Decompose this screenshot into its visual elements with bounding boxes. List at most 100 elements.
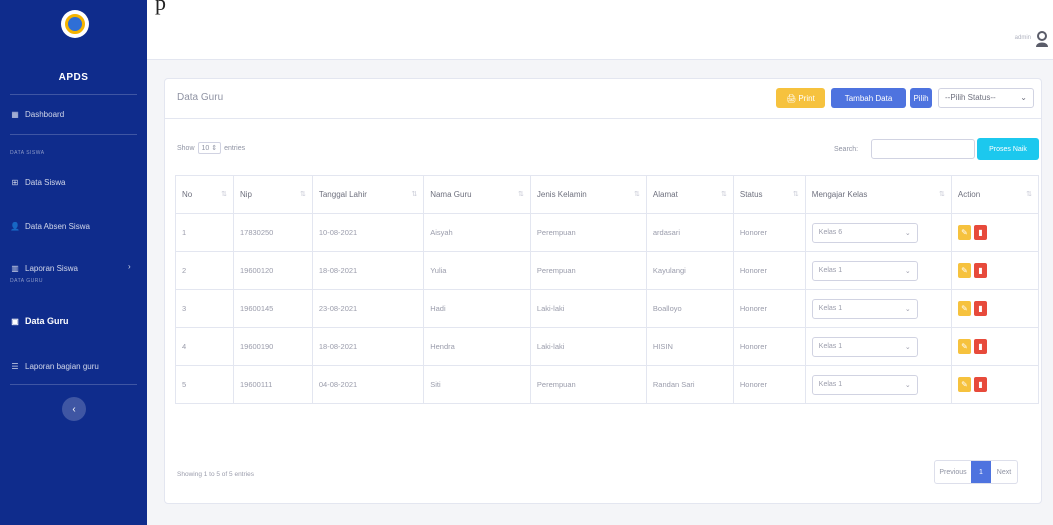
kelas-select-value: Kelas 1: [818, 343, 843, 350]
sidebar-item-data-absen[interactable]: 👤 Data Absen Siswa: [10, 222, 140, 231]
sidebar-heading: DATA GURU: [10, 278, 43, 284]
school-logo-icon[interactable]: [61, 10, 89, 38]
table-cell: ✎ ▮: [950, 289, 1040, 328]
table-cell: Yulia: [423, 251, 531, 290]
column-header-label: Alamat: [652, 190, 678, 199]
table-cell: Honorer: [732, 251, 806, 290]
sidebar-divider: [10, 134, 137, 135]
edit-icon[interactable]: ✎: [957, 301, 971, 316]
pagination: Previous 1 Next: [934, 460, 1018, 484]
user-avatar-icon[interactable]: [1035, 31, 1049, 47]
edit-icon[interactable]: ✎: [957, 225, 971, 240]
kelas-select[interactable]: Kelas 1 ⌄: [811, 298, 918, 319]
table-cell: Kelas 1 ⌄: [804, 251, 952, 290]
teacher-icon: ▣: [11, 316, 19, 326]
kelas-select[interactable]: Kelas 6 ⌄: [811, 222, 918, 243]
table-cell: ✎ ▮: [950, 365, 1040, 404]
search-input[interactable]: [871, 139, 975, 159]
page-1-button[interactable]: 1: [971, 461, 991, 483]
pilih-button[interactable]: Pilih: [910, 88, 932, 108]
table-cell: Kelas 1 ⌄: [804, 289, 952, 328]
column-header[interactable]: Tanggal Lahir ⇅: [311, 175, 425, 214]
sidebar-item-data-siswa[interactable]: ⊞ Data Siswa: [10, 178, 140, 187]
table-cell: Laki-laki: [529, 289, 647, 328]
table-cell: Siti: [423, 365, 531, 404]
print-label: Print: [798, 93, 815, 103]
table-cell: 17830250: [232, 213, 313, 252]
sort-icon: ⇅: [221, 191, 227, 198]
table-body: 1 17830250 10-08-2021 Aisyah Perempuan ardasa…: [175, 213, 1040, 404]
table-cell: Hadi: [423, 289, 531, 328]
sidebar-item-label: Dashboard: [25, 110, 65, 119]
entries-label: entries: [224, 144, 246, 152]
column-header-label: No: [182, 190, 193, 199]
page-title: Data Guru: [177, 92, 224, 103]
trash-icon[interactable]: ▮: [973, 377, 987, 392]
column-header[interactable]: Jenis Kelamin ⇅: [529, 175, 647, 214]
sidebar-item-laporan-guru[interactable]: ☰ Laporan bagian guru: [10, 362, 140, 371]
sidebar: APDS ▦ Dashboard DATA SISWA ⊞ Data Siswa…: [0, 0, 147, 525]
previous-page-button[interactable]: Previous: [935, 461, 971, 483]
table-cell: 19600145: [232, 289, 313, 328]
entries-value: 10: [201, 145, 210, 152]
kelas-select[interactable]: Kelas 1 ⌄: [811, 336, 918, 357]
edit-icon[interactable]: ✎: [957, 339, 971, 354]
table-cell: Kelas 6 ⌄: [804, 213, 952, 252]
sidebar-item-label: Data Guru: [25, 316, 69, 326]
table-cell: Kayulangi: [645, 251, 734, 290]
trash-icon[interactable]: ▮: [973, 225, 987, 240]
topbar: admin: [147, 20, 1053, 60]
table-cell: 23-08-2021: [311, 289, 425, 328]
column-header[interactable]: No ⇅: [175, 175, 234, 214]
trash-icon[interactable]: ▮: [973, 301, 987, 316]
edit-icon[interactable]: ✎: [957, 263, 971, 278]
chevron-down-icon: ⌄: [904, 381, 911, 389]
table-cell: Kelas 1 ⌄: [804, 365, 952, 404]
sidebar-item-data-guru[interactable]: ▣ Data Guru: [10, 316, 140, 326]
table-cell: Honorer: [732, 365, 806, 404]
column-header[interactable]: Action ⇅: [950, 175, 1040, 214]
data-guru-card: Data Guru 🖨 Print Tambah Data Pilih --Pi…: [164, 78, 1042, 504]
table-cell: Hendra: [423, 327, 531, 366]
table-cell: 5: [175, 365, 234, 404]
guru-table: No ⇅ Nip ⇅ Tanggal Lahir ⇅ Nama Guru ⇅ Jenis Kel…: [175, 175, 1040, 404]
sidebar-item-laporan-siswa[interactable]: ▥ Laporan Siswa: [10, 264, 140, 273]
user-name[interactable]: admin: [1015, 35, 1031, 41]
sidebar-item-dashboard[interactable]: ▦ Dashboard: [10, 110, 140, 119]
status-select[interactable]: --Pilih Status-- ⌄: [938, 88, 1034, 108]
trash-icon[interactable]: ▮: [973, 339, 987, 354]
table-cell: Boalloyo: [645, 289, 734, 328]
kelas-select-value: Kelas 1: [818, 305, 843, 312]
edit-icon[interactable]: ✎: [957, 377, 971, 392]
chevron-down-icon: ⌄: [904, 305, 911, 313]
kelas-select[interactable]: Kelas 1 ⌄: [811, 374, 918, 395]
table-cell: Perempuan: [529, 365, 647, 404]
table-cell: ✎ ▮: [950, 251, 1040, 290]
tambah-data-button[interactable]: Tambah Data: [831, 88, 906, 108]
column-header-label: Tanggal Lahir: [318, 190, 367, 199]
proses-naik-button[interactable]: Proses Naik: [977, 138, 1039, 160]
sidebar-toggle-button[interactable]: ‹: [62, 397, 86, 421]
column-header-label: Mengajar Kelas: [811, 190, 868, 199]
column-header[interactable]: Mengajar Kelas ⇅: [804, 175, 952, 214]
table-header-row: No ⇅ Nip ⇅ Tanggal Lahir ⇅ Nama Guru ⇅ Jenis Kel…: [175, 175, 1040, 214]
kelas-select[interactable]: Kelas 1 ⌄: [811, 260, 918, 281]
users-icon: 👤: [10, 222, 20, 231]
entries-select[interactable]: 10 ⇕: [197, 142, 222, 154]
show-entries: Show 10 ⇕ entries: [177, 142, 245, 154]
column-header-label: Nip: [239, 190, 252, 199]
chevron-right-icon[interactable]: ›: [128, 262, 131, 271]
next-page-button[interactable]: Next: [991, 461, 1017, 483]
kelas-select-value: Kelas 1: [818, 267, 843, 274]
column-header[interactable]: Status ⇅: [732, 175, 806, 214]
table-cell: 18-08-2021: [311, 251, 425, 290]
column-header[interactable]: Nama Guru ⇅: [423, 175, 531, 214]
column-header[interactable]: Nip ⇅: [232, 175, 313, 214]
table-cell: Honorer: [732, 289, 806, 328]
column-header[interactable]: Alamat ⇅: [645, 175, 734, 214]
print-button[interactable]: 🖨 Print: [776, 88, 825, 108]
brand-name[interactable]: APDS: [0, 72, 147, 83]
sort-icon: ⇅: [721, 191, 727, 198]
trash-icon[interactable]: ▮: [973, 263, 987, 278]
sort-icon: ⇅: [411, 191, 418, 198]
